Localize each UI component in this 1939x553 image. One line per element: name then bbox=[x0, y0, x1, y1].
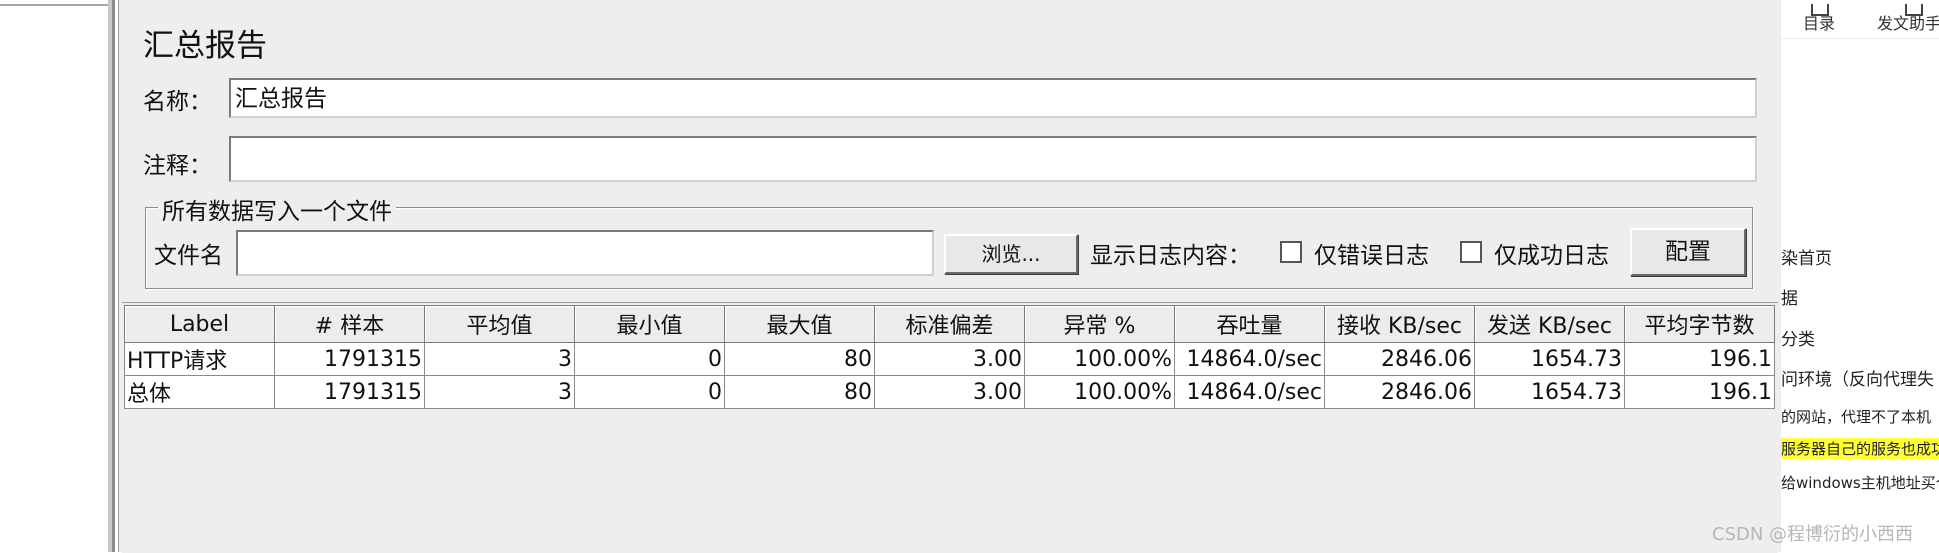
errors-only-label: 仅错误日志 bbox=[1314, 243, 1429, 269]
filename-input[interactable] bbox=[236, 230, 934, 276]
table-cell: 1791315 bbox=[274, 342, 425, 376]
toc-button[interactable]: 目录 bbox=[1803, 4, 1836, 34]
log-display-label: 显示日志内容： bbox=[1090, 243, 1251, 269]
table-cell: 1791315 bbox=[274, 375, 425, 409]
table-cell: 2846.06 bbox=[1324, 342, 1475, 376]
blog-sidebar: 目录 发文助手 染首页 据 分类 问环境（反向代理失 的网站，代理不了本机 服务… bbox=[1781, 0, 1939, 552]
filename-label: 文件名 bbox=[154, 243, 223, 269]
table-cell: 总体 bbox=[124, 375, 275, 409]
column-header[interactable]: 发送 KB/sec bbox=[1474, 305, 1625, 343]
table-row[interactable]: 总体 1791315 3 0 80 3.00 100.00% 14864.0/s… bbox=[124, 375, 1775, 409]
column-header[interactable]: 最小值 bbox=[574, 305, 725, 343]
column-header[interactable]: 接收 KB/sec bbox=[1324, 305, 1475, 343]
toc-item[interactable]: 分类 bbox=[1781, 325, 1815, 350]
toc-item[interactable]: 给windows主机地址买个 bbox=[1781, 472, 1939, 493]
left-tree-pane bbox=[0, 0, 115, 552]
write-to-file-group: 所有数据写入一个文件 文件名 浏览... 显示日志内容： 仅错误日志 仅成功日志… bbox=[145, 192, 1753, 289]
panel-title: 汇总报告 bbox=[143, 28, 267, 64]
toc-item[interactable]: 的网站，代理不了本机 bbox=[1781, 406, 1931, 427]
column-header[interactable]: 吞吐量 bbox=[1174, 305, 1325, 343]
table-cell: 0 bbox=[574, 375, 725, 409]
table-cell: 3 bbox=[424, 375, 575, 409]
column-header[interactable]: 平均值 bbox=[424, 305, 575, 343]
table-cell: 3.00 bbox=[874, 342, 1025, 376]
name-label: 名称： bbox=[143, 89, 212, 115]
table-cell: 14864.0/sec bbox=[1174, 342, 1325, 376]
browse-button[interactable]: 浏览... bbox=[944, 234, 1078, 274]
name-input[interactable]: 汇总报告 bbox=[229, 78, 1757, 118]
column-header[interactable]: Label bbox=[124, 305, 275, 343]
table-cell: 100.00% bbox=[1024, 342, 1175, 376]
errors-only-checkbox[interactable] bbox=[1280, 241, 1302, 263]
tree-header-line bbox=[0, 4, 108, 6]
table-cell: 1654.73 bbox=[1474, 375, 1625, 409]
table-cell: 3.00 bbox=[874, 375, 1025, 409]
table-header-row: Label # 样本 平均值 最小值 最大值 标准偏差 异常 % 吞吐量 接收 … bbox=[124, 305, 1775, 343]
table-cell: 80 bbox=[724, 375, 875, 409]
configure-button[interactable]: 配置 bbox=[1630, 228, 1746, 276]
results-table-area: Label # 样本 平均值 最小值 最大值 标准偏差 异常 % 吞吐量 接收 … bbox=[122, 302, 1778, 553]
table-cell: 100.00% bbox=[1024, 375, 1175, 409]
column-header[interactable]: 平均字节数 bbox=[1624, 305, 1775, 343]
assistant-button-label: 发文助手 bbox=[1877, 14, 1939, 33]
assistant-button[interactable]: 发文助手 bbox=[1877, 4, 1939, 34]
table-cell: 3 bbox=[424, 342, 575, 376]
toc-item[interactable]: 染首页 bbox=[1781, 244, 1832, 269]
column-header[interactable]: 最大值 bbox=[724, 305, 875, 343]
column-header[interactable]: # 样本 bbox=[274, 305, 425, 343]
success-only-checkbox[interactable] bbox=[1460, 241, 1482, 263]
toc-button-label: 目录 bbox=[1803, 14, 1836, 33]
table-cell: 1654.73 bbox=[1474, 342, 1625, 376]
comment-input[interactable] bbox=[229, 136, 1757, 182]
results-table: Label # 样本 平均值 最小值 最大值 标准偏差 异常 % 吞吐量 接收 … bbox=[124, 305, 1775, 409]
column-header[interactable]: 异常 % bbox=[1024, 305, 1175, 343]
splitter-border bbox=[112, 0, 115, 552]
toc-icon bbox=[1811, 4, 1829, 16]
success-only-label: 仅成功日志 bbox=[1494, 243, 1609, 269]
assistant-icon bbox=[1905, 4, 1923, 16]
table-cell: 80 bbox=[724, 342, 875, 376]
toc-item[interactable]: 问环境（反向代理失 bbox=[1781, 365, 1934, 390]
toc-item[interactable]: 据 bbox=[1781, 284, 1798, 309]
sidebar-toolbar: 目录 发文助手 bbox=[1781, 0, 1939, 39]
summary-report-panel: 汇总报告 名称： 汇总报告 注释： 所有数据写入一个文件 文件名 浏览... 显… bbox=[118, 0, 1782, 553]
table-cell: 196.1 bbox=[1624, 375, 1775, 409]
table-cell: 2846.06 bbox=[1324, 375, 1475, 409]
comment-label: 注释： bbox=[143, 153, 212, 179]
table-row[interactable]: HTTP请求 1791315 3 0 80 3.00 100.00% 14864… bbox=[124, 342, 1775, 376]
toc-item-highlighted[interactable]: 服务器自己的服务也成功 bbox=[1781, 438, 1939, 459]
csdn-watermark: CSDN @程博衍的小西西 bbox=[1712, 524, 1914, 545]
table-cell: 14864.0/sec bbox=[1174, 375, 1325, 409]
table-cell: HTTP请求 bbox=[124, 342, 275, 376]
group-legend: 所有数据写入一个文件 bbox=[158, 192, 396, 226]
table-cell: 196.1 bbox=[1624, 342, 1775, 376]
table-cell: 0 bbox=[574, 342, 725, 376]
column-header[interactable]: 标准偏差 bbox=[874, 305, 1025, 343]
